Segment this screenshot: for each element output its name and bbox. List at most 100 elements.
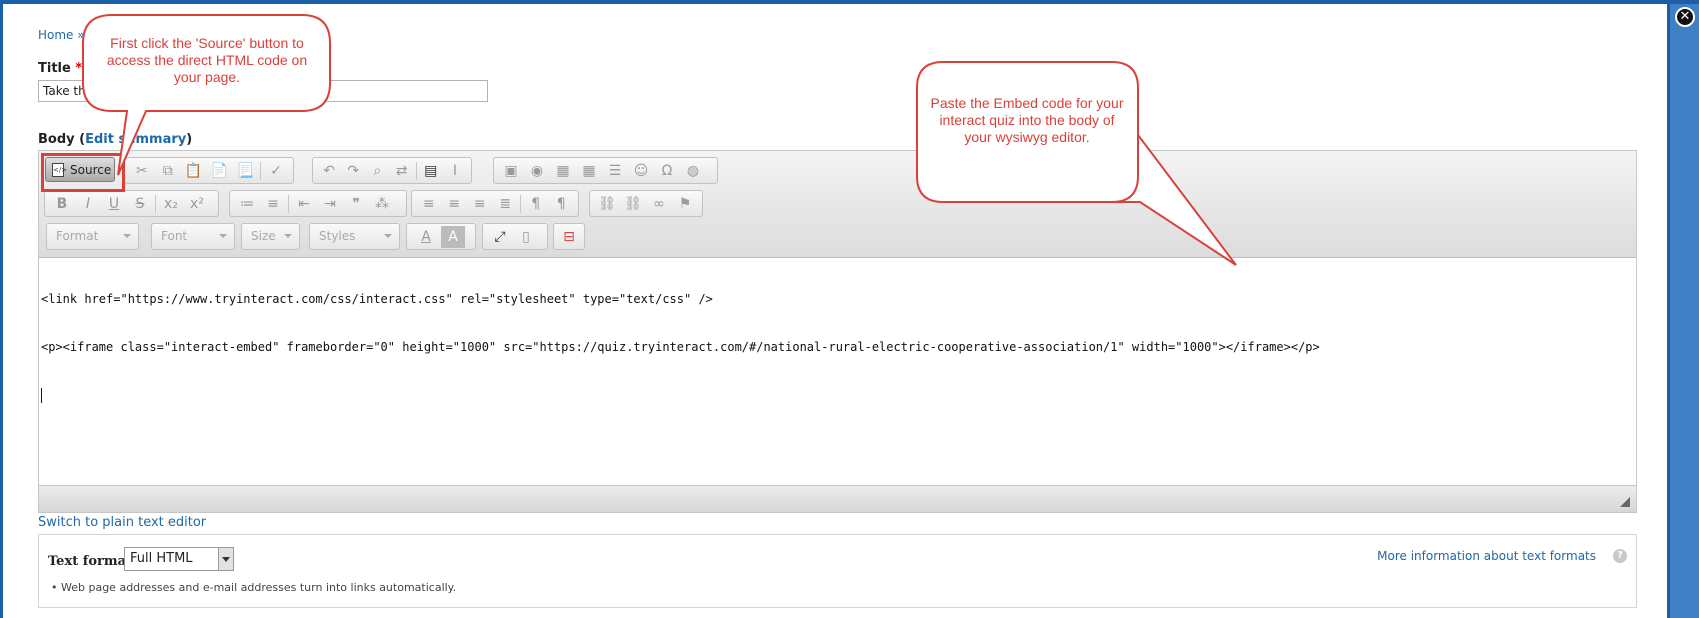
paragraph-group: ≔ ≡ ⇤ ⇥ ❞ ⁂ [229, 190, 407, 217]
required-mark: * [75, 61, 83, 76]
rtl-icon[interactable]: ¶ [548, 193, 574, 215]
close-icon[interactable]: ✕ [1675, 7, 1695, 27]
editor-status-bar [39, 485, 1636, 512]
show-blocks-icon[interactable]: ▯ [513, 226, 539, 248]
toolbar-separator [260, 161, 262, 180]
breadcrumb-home[interactable]: Home [38, 28, 73, 42]
redo-icon[interactable]: ↷ [341, 160, 365, 182]
paste-word-icon[interactable]: 📃 [232, 160, 258, 182]
paste-icon[interactable]: 📋 [181, 160, 207, 182]
source-callout-text: First click the 'Source' button to acces… [106, 35, 308, 85]
italic-icon[interactable]: I [75, 193, 101, 215]
toolbar-separator [288, 194, 289, 213]
title-label-text: Title [38, 61, 71, 76]
wysiwyg-editor: </> Source ✂ ⧉ 📋 📄 📃 ✓ ↶ ↷ ⌕ ⇄ ▤ Ⅰ ▣ ◉ ▦… [38, 150, 1637, 513]
superscript-icon[interactable]: x² [184, 193, 210, 215]
source-button[interactable]: </> Source [45, 157, 115, 182]
replace-icon[interactable]: ⇄ [390, 160, 414, 182]
chevron-down-icon [284, 234, 292, 238]
horizontal-rule-icon[interactable]: ☰ [602, 160, 628, 182]
basic-style-group: B I U S x₂ x² [44, 190, 219, 217]
body-paren-close: ) [186, 132, 193, 147]
special-char-icon[interactable]: Ω [654, 160, 680, 182]
title-input[interactable] [38, 80, 488, 102]
link-icon[interactable]: ⛓ [594, 193, 620, 215]
subscript-icon[interactable]: x₂ [158, 193, 184, 215]
flash-icon[interactable]: ◉ [524, 160, 550, 182]
color-group: A A [406, 223, 476, 250]
table-icon[interactable]: ▦ [576, 160, 602, 182]
edit-group: ↶ ↷ ⌕ ⇄ ▤ Ⅰ [312, 157, 472, 184]
undo-icon[interactable]: ↶ [317, 160, 341, 182]
spellcheck-icon[interactable]: ✓ [263, 160, 289, 182]
window-frame-left [0, 0, 3, 618]
bulleted-list-icon[interactable]: ≡ [260, 193, 286, 215]
align-center-icon[interactable]: ≡ [442, 193, 468, 215]
link-group: ⛓ ⛓ ∞ ⚑ [589, 190, 703, 217]
align-right-icon[interactable]: ≡ [467, 193, 493, 215]
chevron-down-icon [218, 548, 233, 570]
text-format-select[interactable]: Full HTML [124, 547, 234, 571]
page-break-icon[interactable]: ⊟ [558, 226, 580, 248]
toolbar-separator [520, 194, 521, 213]
find-icon[interactable]: ⌕ [365, 160, 389, 182]
embed-callout-text: Paste the Embed code for your interact q… [930, 95, 1124, 145]
copy-icon[interactable]: ⧉ [155, 160, 181, 182]
bullet-icon: • [51, 581, 61, 594]
body-label: Body (Edit summary) [38, 132, 192, 147]
help-icon[interactable]: ? [1613, 549, 1627, 563]
chevron-down-icon [384, 234, 392, 238]
text-caret [41, 388, 42, 403]
breadcrumb-separator: » [77, 28, 85, 42]
outdent-icon[interactable]: ⇤ [291, 193, 317, 215]
unlink-icon[interactable]: ⛓ [620, 193, 646, 215]
format-combo[interactable]: Format [46, 223, 139, 250]
underline-icon[interactable]: U [101, 193, 127, 215]
text-format-fieldset: Text format Full HTML • Web page address… [38, 534, 1637, 608]
page-break-group: ⊟ [553, 223, 585, 250]
globe-icon[interactable]: ◍ [680, 160, 706, 182]
font-combo-label: Font [161, 229, 188, 243]
iframe-icon[interactable]: ▦ [550, 160, 576, 182]
paste-text-icon[interactable]: 📄 [206, 160, 232, 182]
text-format-label: Text format [48, 554, 133, 569]
clipboard-group: ✂ ⧉ 📋 📄 📃 ✓ [124, 157, 294, 184]
blockquote-icon[interactable]: ❞ [343, 193, 369, 215]
toolbar-separator [415, 161, 417, 180]
editor-toolbar: </> Source ✂ ⧉ 📋 📄 📃 ✓ ↶ ↷ ⌕ ⇄ ▤ Ⅰ ▣ ◉ ▦… [39, 151, 1636, 258]
bold-icon[interactable]: B [49, 193, 75, 215]
size-combo[interactable]: Size [241, 223, 300, 250]
numbered-list-icon[interactable]: ≔ [234, 193, 260, 215]
strikethrough-icon[interactable]: S [127, 193, 153, 215]
breadcrumb: Home » [38, 28, 85, 42]
styles-combo-label: Styles [319, 229, 356, 243]
indent-icon[interactable]: ⇥ [317, 193, 343, 215]
anchor-link-icon[interactable]: ∞ [646, 193, 672, 215]
styles-combo[interactable]: Styles [309, 223, 400, 250]
source-button-label: Source [70, 162, 112, 177]
cut-icon[interactable]: ✂ [129, 160, 155, 182]
chevron-down-icon [123, 234, 131, 238]
maximize-icon[interactable]: ⤢ [487, 226, 513, 248]
image-icon[interactable]: ▣ [498, 160, 524, 182]
ltr-icon[interactable]: ¶ [523, 193, 549, 215]
smiley-icon[interactable]: ☺ [628, 160, 654, 182]
align-justify-icon[interactable]: ≣ [493, 193, 519, 215]
source-line-2: <p><iframe class="interact-embed" frameb… [41, 340, 1320, 354]
flag-anchor-icon[interactable]: ⚑ [672, 193, 698, 215]
align-left-icon[interactable]: ≡ [416, 193, 442, 215]
resize-grip-icon[interactable] [1620, 497, 1630, 507]
window-frame-top [0, 0, 1699, 4]
text-color-icon[interactable]: A [411, 226, 441, 248]
more-info-link[interactable]: More information about text formats [1377, 549, 1596, 563]
switch-to-plain-text-link[interactable]: Switch to plain text editor [38, 515, 206, 530]
text-format-selected: Full HTML [130, 551, 193, 566]
editor-source-area[interactable]: <link href="https://www.tryinteract.com/… [39, 258, 1636, 477]
div-container-icon[interactable]: ⁂ [369, 193, 395, 215]
bg-color-icon[interactable]: A [441, 225, 465, 248]
select-all-icon[interactable]: ▤ [419, 160, 443, 182]
remove-format-icon[interactable]: Ⅰ [443, 160, 467, 182]
tools-group: ⤢ ▯ [482, 223, 548, 250]
edit-summary-link[interactable]: Edit summary [85, 132, 186, 147]
font-combo[interactable]: Font [151, 223, 235, 250]
